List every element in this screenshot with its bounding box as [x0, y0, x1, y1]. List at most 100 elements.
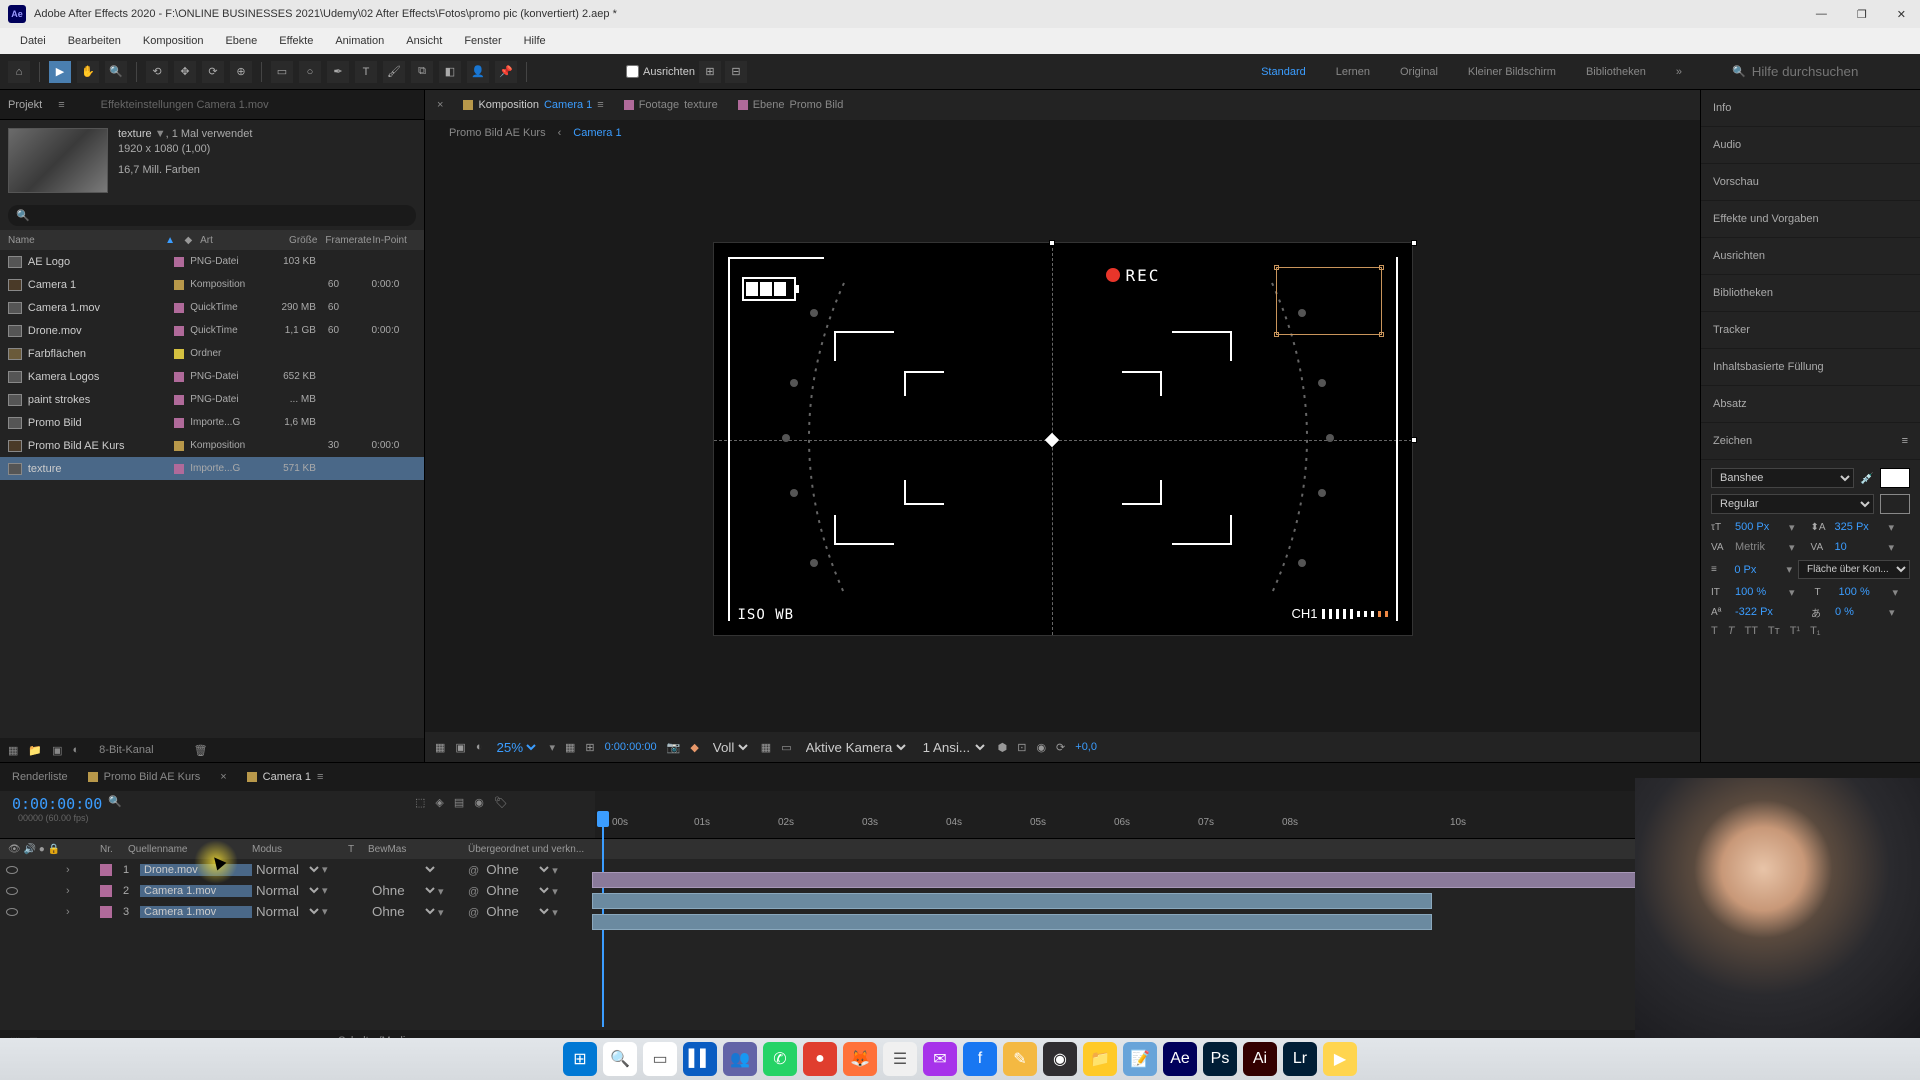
label-color-icon[interactable] — [174, 395, 184, 405]
layer-label-icon[interactable] — [100, 885, 112, 897]
layer-name[interactable]: Camera 1.mov — [140, 885, 252, 897]
taskbar-explorer-icon[interactable]: ▌▌ — [683, 1042, 717, 1076]
label-color-icon[interactable] — [174, 280, 184, 290]
col-mode[interactable]: Modus — [252, 844, 348, 855]
sel-handle[interactable] — [1411, 240, 1417, 246]
rotate-tool-icon[interactable]: ⟳ — [202, 61, 224, 83]
blend-mode-select[interactable]: Normal — [252, 882, 322, 899]
layer-list[interactable]: › 1 Drone.mov Normal▾ @ Ohne▾ › 2 Camera… — [0, 859, 1920, 922]
taskbar-ai-icon[interactable]: Ai — [1243, 1042, 1277, 1076]
taskbar-obs-icon[interactable]: ◉ — [1043, 1042, 1077, 1076]
project-item[interactable]: paint strokes PNG-Datei ... MB — [0, 388, 424, 411]
zoom-tool-icon[interactable]: 🔍 — [105, 61, 127, 83]
lock-toggle-icon[interactable] — [44, 886, 54, 896]
close-button[interactable]: ✕ — [1891, 4, 1912, 25]
tab-promo[interactable]: Promo Bild AE Kurs — [88, 771, 201, 783]
baseline-input[interactable]: -322 Px — [1735, 606, 1783, 618]
panel-ausrichten[interactable]: Ausrichten — [1701, 238, 1920, 275]
timeline-search-icon[interactable]: 🔍 — [108, 796, 122, 808]
taskbar-whatsapp-icon[interactable]: ✆ — [763, 1042, 797, 1076]
lock-toggle-icon[interactable] — [44, 865, 54, 875]
viewer-time[interactable]: 0:00:00:00 — [605, 741, 657, 753]
resolution-select[interactable]: Voll — [709, 739, 751, 756]
channel-icon[interactable]: ▣ — [455, 741, 465, 754]
label-color-icon[interactable] — [174, 349, 184, 359]
layer-name[interactable]: Camera 1.mov — [140, 906, 252, 918]
taskbar-notes-icon[interactable]: 📝 — [1123, 1042, 1157, 1076]
project-item[interactable]: Drone.mov QuickTime 1,1 GB 60 0:00:0 — [0, 319, 424, 342]
project-item[interactable]: texture Importe...G 571 KB — [0, 457, 424, 480]
label-color-icon[interactable] — [174, 441, 184, 451]
leading-input[interactable]: 325 Px — [1835, 521, 1883, 533]
taskbar-start-icon[interactable]: ⊞ — [563, 1042, 597, 1076]
layer-bar[interactable] — [592, 914, 1432, 930]
col-nr[interactable]: Nr. — [100, 844, 128, 855]
project-item[interactable]: Farbflächen Ordner — [0, 342, 424, 365]
fill-color-swatch[interactable] — [1880, 468, 1910, 488]
col-parent[interactable]: Übergeordnet und verkn... — [468, 844, 592, 855]
track-matte-select[interactable]: Ohne — [368, 882, 438, 899]
panel-menu-icon[interactable]: ≡ — [1902, 435, 1908, 447]
tsume-input[interactable]: 0 % — [1835, 606, 1883, 618]
clone-tool-icon[interactable]: ⧉ — [411, 61, 433, 83]
track-matte-select[interactable] — [368, 861, 438, 878]
menu-datei[interactable]: Datei — [10, 33, 56, 49]
views-select[interactable]: 1 Ansi... — [919, 739, 988, 756]
menu-effekte[interactable]: Effekte — [269, 33, 323, 49]
snap-opt2-icon[interactable]: ⊟ — [725, 61, 747, 83]
pickwhip-icon[interactable]: @ — [468, 865, 479, 877]
dof-icon[interactable]: ⊡ — [1017, 741, 1026, 754]
col-name[interactable]: Name — [8, 235, 163, 246]
label-color-icon[interactable] — [174, 326, 184, 336]
workspace-standard[interactable]: Standard — [1261, 66, 1306, 78]
blend-mode-select[interactable]: Normal — [252, 861, 322, 878]
project-item[interactable]: Kamera Logos PNG-Datei 652 KB — [0, 365, 424, 388]
taskbar-search-icon[interactable]: 🔍 — [603, 1042, 637, 1076]
anchor-tool-icon[interactable]: ⊕ — [230, 61, 252, 83]
crumb-parent[interactable]: Promo Bild AE Kurs — [449, 127, 546, 139]
pickwhip-icon[interactable]: @ — [468, 907, 479, 919]
font-style-select[interactable]: Regular — [1711, 494, 1874, 514]
alpha-icon[interactable]: ▦ — [435, 741, 445, 754]
tl-opt3-icon[interactable]: ▤ — [454, 796, 464, 809]
tl-opt4-icon[interactable]: ◉ — [474, 796, 484, 809]
menu-ansicht[interactable]: Ansicht — [396, 33, 452, 49]
parent-select[interactable]: Ohne — [482, 882, 552, 899]
brush-tool-icon[interactable]: 🖌 — [383, 61, 405, 83]
hand-tool-icon[interactable]: ✋ — [77, 61, 99, 83]
workspace-lernen[interactable]: Lernen — [1336, 66, 1370, 78]
visibility-toggle-icon[interactable] — [6, 866, 18, 874]
smallcaps-icon[interactable]: Tᴛ — [1768, 625, 1780, 637]
italic-icon[interactable]: T — [1728, 625, 1735, 637]
res-icon[interactable]: ▦ — [565, 741, 575, 754]
vscale-input[interactable]: 100 % — [1735, 586, 1783, 598]
col-inpoint[interactable]: In-Point — [372, 235, 416, 246]
panel-info[interactable]: Info — [1701, 90, 1920, 127]
comp-tab-close-icon[interactable]: × — [437, 99, 443, 111]
label-color-icon[interactable] — [174, 303, 184, 313]
layer-label-icon[interactable] — [100, 864, 112, 876]
zoom-select[interactable]: 25% — [492, 739, 539, 756]
panel-tracker[interactable]: Tracker — [1701, 312, 1920, 349]
bold-icon[interactable]: T — [1711, 625, 1718, 637]
comp-viewer[interactable]: REC ISO WB CH1 — [425, 146, 1700, 732]
menu-komposition[interactable]: Komposition — [133, 33, 214, 49]
kerning-input[interactable]: Metrik — [1735, 541, 1783, 553]
tab-footage[interactable]: Footage texture — [624, 99, 718, 111]
project-item[interactable]: Camera 1 Komposition 60 0:00:0 — [0, 273, 424, 296]
layer-row[interactable]: › 1 Drone.mov Normal▾ @ Ohne▾ — [0, 859, 1920, 880]
color-icon[interactable]: ◆ — [690, 741, 698, 754]
minimize-button[interactable]: — — [1810, 4, 1833, 25]
eraser-tool-icon[interactable]: ◧ — [439, 61, 461, 83]
folder-icon[interactable]: 📁 — [28, 744, 42, 757]
sub-icon[interactable]: T₁ — [1810, 625, 1820, 637]
project-item[interactable]: AE Logo PNG-Datei 103 KB — [0, 250, 424, 273]
roto-tool-icon[interactable]: 👤 — [467, 61, 489, 83]
stroke-color-swatch[interactable] — [1880, 494, 1910, 514]
col-type[interactable]: Art — [200, 235, 268, 246]
help-search-input[interactable] — [1752, 64, 1892, 79]
label-color-icon[interactable] — [174, 464, 184, 474]
tab-composition[interactable]: Komposition Camera 1 ≡ — [463, 99, 603, 111]
pen-tool-icon[interactable]: ✒ — [327, 61, 349, 83]
taskbar-ps-icon[interactable]: Ps — [1203, 1042, 1237, 1076]
